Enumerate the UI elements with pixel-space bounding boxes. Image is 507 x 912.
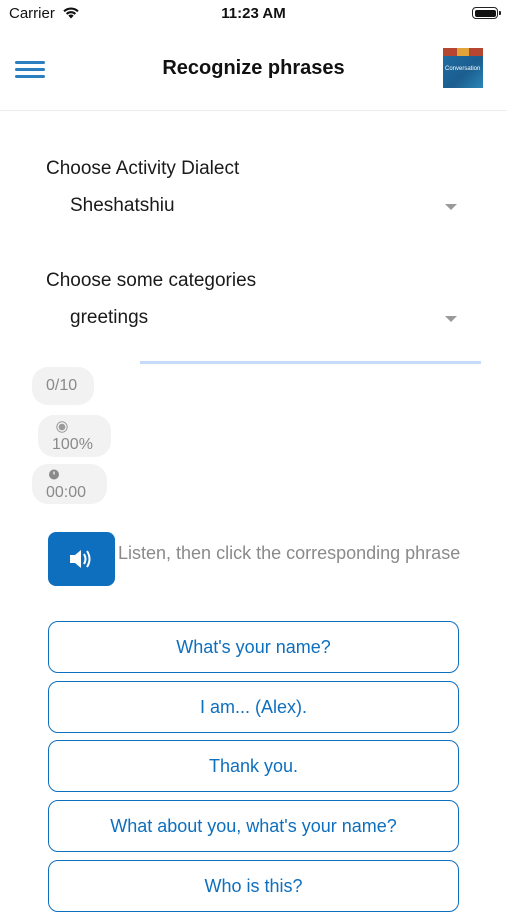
page-title: Recognize phrases xyxy=(162,57,345,79)
categories-value: greetings xyxy=(70,307,149,328)
answer-option[interactable]: Who is this? xyxy=(48,860,459,912)
timer-badge: 00:00 xyxy=(32,464,107,504)
categories-select[interactable]: greetings xyxy=(70,303,465,333)
timer-icon xyxy=(49,469,59,480)
logo-text: Conversation xyxy=(445,66,481,72)
score-value: 0/10 xyxy=(46,377,78,394)
answer-option[interactable]: I am... (Alex). xyxy=(48,681,459,733)
dialect-select[interactable]: Sheshatshiu xyxy=(70,191,465,221)
categories-label: Choose some categories xyxy=(46,270,257,291)
chevron-down-icon xyxy=(445,316,457,322)
target-icon xyxy=(56,421,68,433)
nav-header: Recognize phrases Conversation xyxy=(0,28,507,111)
progress-bar xyxy=(140,361,481,364)
status-bar: Carrier 11:23 AM xyxy=(0,0,507,28)
accuracy-badge: 100% xyxy=(38,415,111,457)
battery-icon xyxy=(472,7,501,19)
dialect-value: Sheshatshiu xyxy=(70,195,175,216)
timer-value: 00:00 xyxy=(46,484,87,501)
answer-option[interactable]: Thank you. xyxy=(48,740,459,792)
dialect-label: Choose Activity Dialect xyxy=(46,158,240,179)
answer-option[interactable]: What's your name? xyxy=(48,621,459,673)
app-logo: Conversation xyxy=(443,48,483,88)
score-badge: 0/10 xyxy=(32,367,94,405)
clock: 11:23 AM xyxy=(221,5,286,22)
instruction-text: Listen, then click the corresponding phr… xyxy=(118,543,461,563)
accuracy-value: 100% xyxy=(52,436,93,453)
chevron-down-icon xyxy=(445,204,457,210)
answer-option[interactable]: What about you, what's your name? xyxy=(48,800,459,852)
